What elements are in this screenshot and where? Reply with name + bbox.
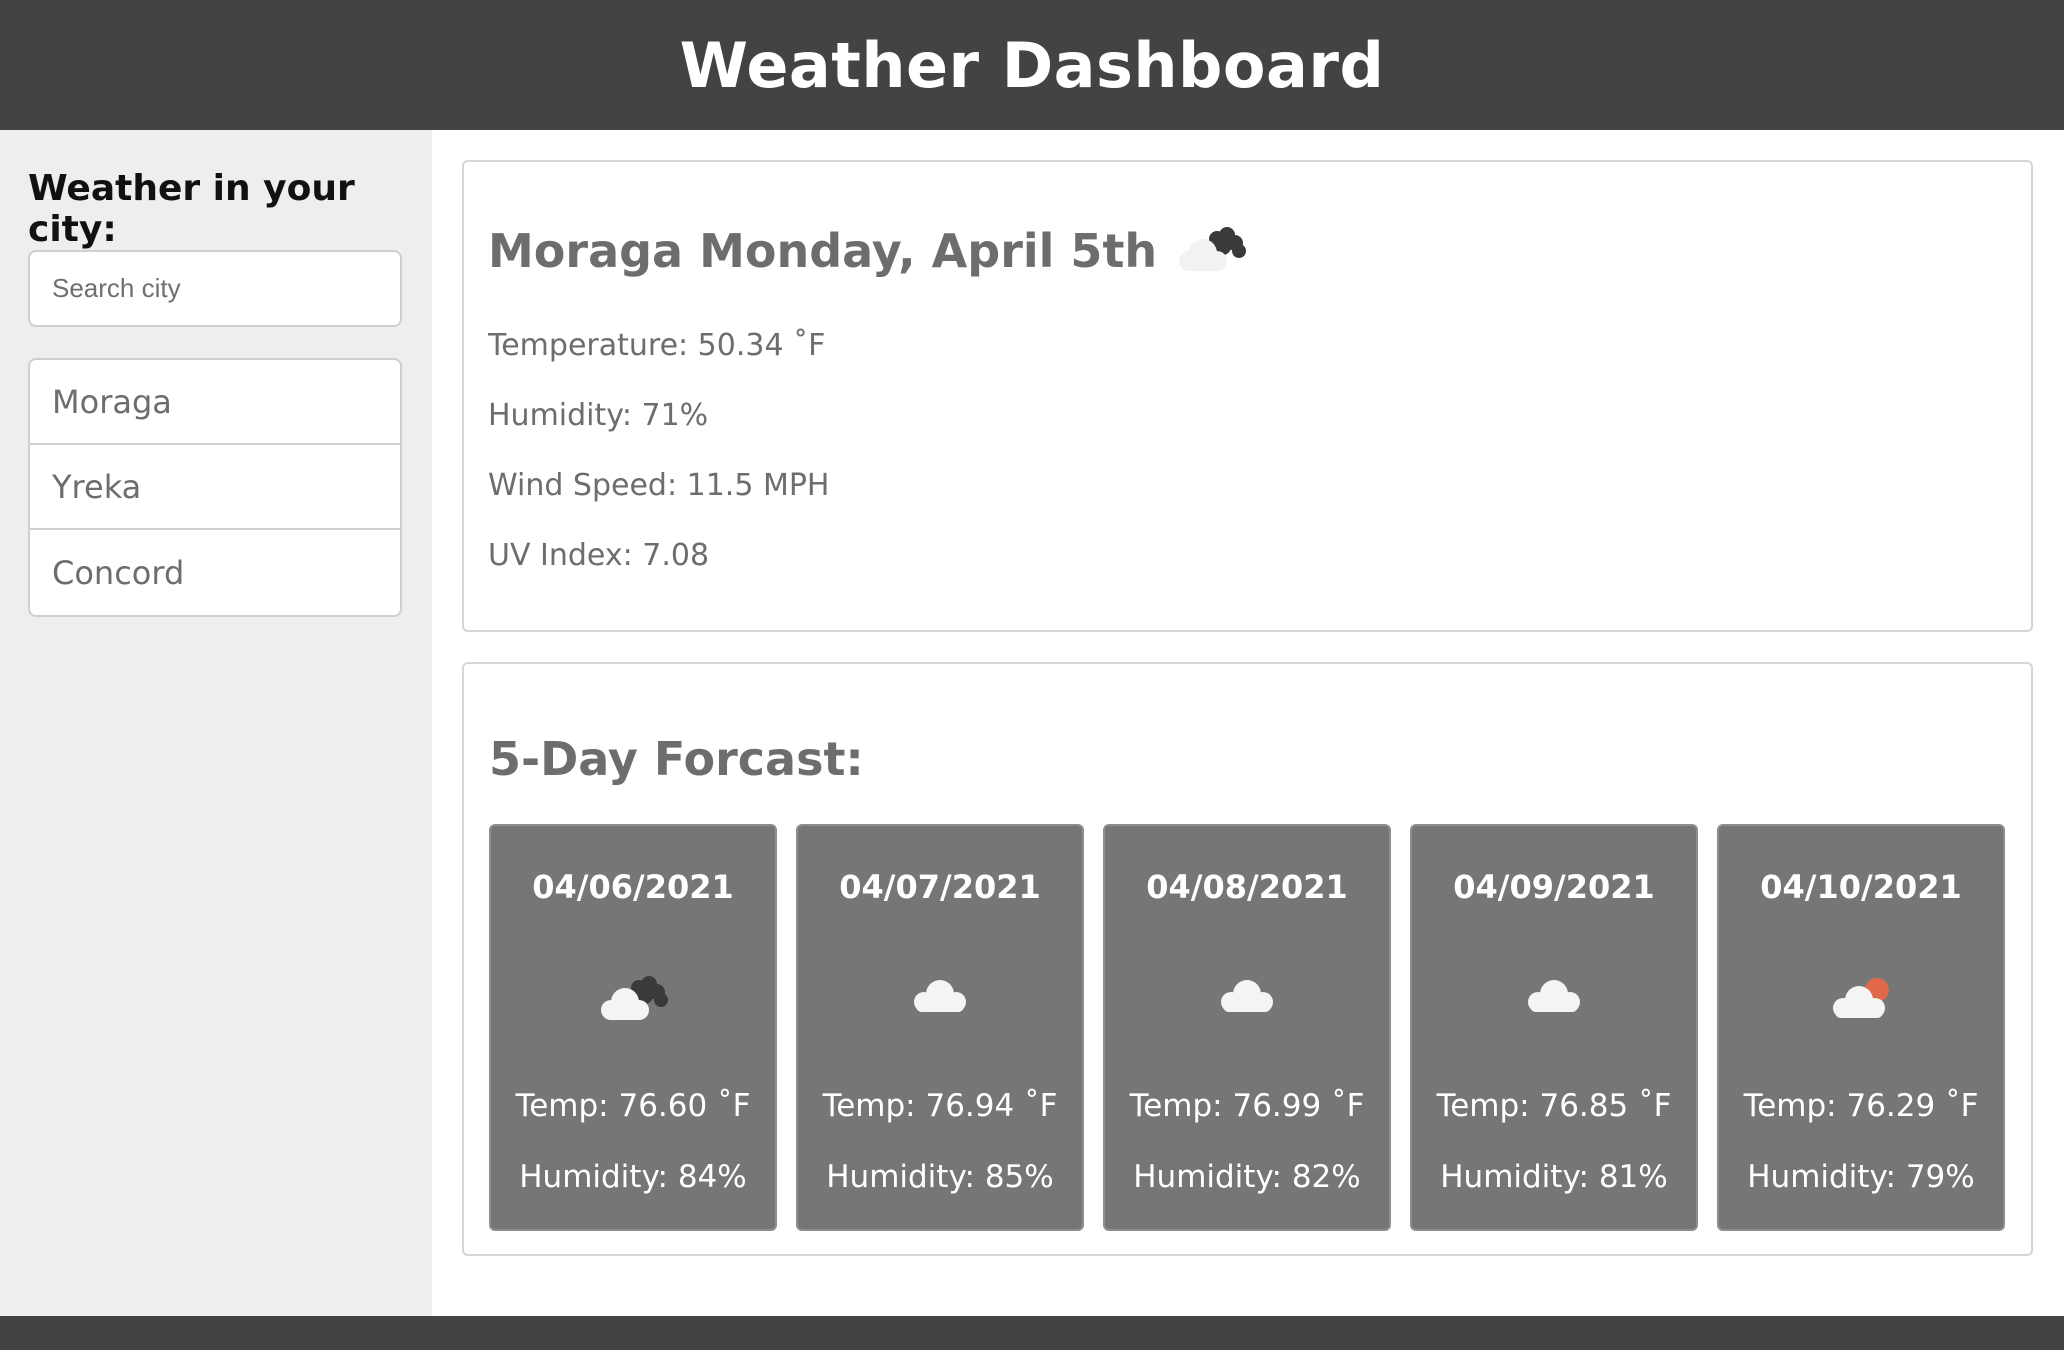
footer-bar <box>0 1316 2064 1350</box>
forecast-temp: Temp: 76.99 ˚F <box>1129 1088 1365 1124</box>
current-city-date: Moraga Monday, April 5th <box>488 224 1158 278</box>
city-history-list: Moraga Yreka Concord <box>28 358 402 617</box>
current-temperature: Temperature: 50.34 ˚F <box>488 328 826 363</box>
sidebar: Weather in your city: Moraga Yreka Conco… <box>0 130 432 1316</box>
current-wind-speed: Wind Speed: 11.5 MPH <box>488 468 830 503</box>
forecast-date: 04/09/2021 <box>1453 868 1655 906</box>
forecast-section: 5-Day Forcast: 04/06/2021 Temp: 76.60 ˚F… <box>462 662 2033 1256</box>
forecast-date: 04/10/2021 <box>1760 868 1962 906</box>
forecast-temp: Temp: 76.85 ˚F <box>1436 1088 1672 1124</box>
cloud-icon <box>914 980 966 1012</box>
current-humidity: Humidity: 71% <box>488 398 709 433</box>
current-weather-header: Moraga Monday, April 5th <box>488 224 1249 278</box>
forecast-temp: Temp: 76.94 ˚F <box>822 1088 1058 1124</box>
city-item-yreka[interactable]: Yreka <box>30 445 400 530</box>
cloudy-night-icon <box>601 976 668 1020</box>
forecast-day-card: 04/06/2021 Temp: 76.60 ˚F Humidity: 84% <box>489 824 777 1231</box>
cloudy-night-icon <box>1179 227 1247 271</box>
forecast-date: 04/06/2021 <box>532 868 734 906</box>
current-uv-index: UV Index: 7.08 <box>488 538 710 573</box>
search-group <box>28 250 402 327</box>
city-item-concord[interactable]: Concord <box>30 530 400 615</box>
page-title: Weather Dashboard <box>679 28 1385 102</box>
forecast-day-card: 04/10/2021 Temp: 76.29 ˚F Humidity: 79% <box>1717 824 2005 1231</box>
forecast-humidity: Humidity: 81% <box>1440 1159 1668 1195</box>
forecast-temp: Temp: 76.60 ˚F <box>515 1088 751 1124</box>
sidebar-title: Weather in your city: <box>28 168 355 250</box>
forecast-date: 04/07/2021 <box>839 868 1041 906</box>
cloud-icon <box>1221 980 1273 1012</box>
forecast-humidity: Humidity: 85% <box>826 1159 1054 1195</box>
forecast-humidity: Humidity: 84% <box>519 1159 747 1195</box>
cloud-icon <box>1528 980 1580 1012</box>
search-input[interactable] <box>30 252 400 325</box>
partly-sunny-icon <box>1833 978 1889 1018</box>
forecast-date: 04/08/2021 <box>1146 868 1348 906</box>
forecast-day-card: 04/09/2021 Temp: 76.85 ˚F Humidity: 81% <box>1410 824 1698 1231</box>
forecast-temp: Temp: 76.29 ˚F <box>1743 1088 1979 1124</box>
forecast-day-card: 04/08/2021 Temp: 76.99 ˚F Humidity: 82% <box>1103 824 1391 1231</box>
forecast-humidity: Humidity: 79% <box>1747 1159 1975 1195</box>
app-header: Weather Dashboard <box>0 0 2064 130</box>
current-weather-card: Moraga Monday, April 5th Temperature: 50… <box>462 160 2033 632</box>
forecast-title: 5-Day Forcast: <box>489 732 864 786</box>
forecast-humidity: Humidity: 82% <box>1133 1159 1361 1195</box>
forecast-day-card: 04/07/2021 Temp: 76.94 ˚F Humidity: 85% <box>796 824 1084 1231</box>
city-item-moraga[interactable]: Moraga <box>30 360 400 445</box>
